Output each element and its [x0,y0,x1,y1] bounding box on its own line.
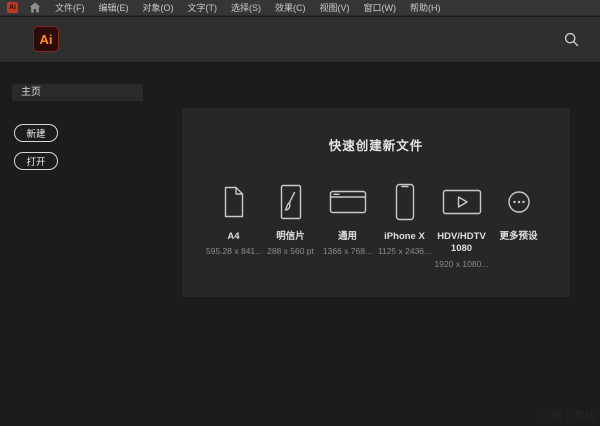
menu-effect[interactable]: 效果(C) [275,1,306,14]
home-icon[interactable] [27,2,43,14]
menu-items: 文件(F) 编辑(E) 对象(O) 文字(T) 选择(S) 效果(C) 视图(V… [55,1,441,14]
preset-dims: 288 x 560 pt [263,246,318,256]
preset-name: 明信片 [263,231,318,243]
menu-bar: Ai 文件(F) 编辑(E) 对象(O) 文字(T) 选择(S) 效果(C) 视… [0,0,600,16]
panel-title: 快速创建新文件 [182,135,570,154]
menu-help[interactable]: 帮助(H) [410,1,441,14]
more-presets-icon [507,190,531,214]
app-taskbar-icon: Ai [7,2,18,13]
preset-dims: 595.28 x 841... [206,246,261,256]
preset-iphone-x[interactable]: iPhone X 1125 x 2436... [377,179,432,256]
sidebar-item-home[interactable]: 主页 [12,84,143,101]
search-button[interactable] [560,28,582,50]
preset-dims: 1125 x 2436... [377,246,432,256]
browser-icon [329,190,367,214]
preset-more[interactable]: 更多预设 [491,179,546,246]
document-icon [222,186,246,218]
illustrator-logo: Ai [33,26,59,52]
preset-postcard[interactable]: 明信片 288 x 560 pt [263,179,318,256]
postcard-icon [279,184,303,220]
menu-file[interactable]: 文件(F) [55,1,85,14]
preset-a4[interactable]: A4 595.28 x 841... [206,179,261,256]
preset-web-common[interactable]: 通用 1366 x 768... [320,179,375,256]
menu-window[interactable]: 窗口(W) [364,1,397,14]
preset-name: A4 [206,231,261,243]
watermark: 小熊下载站 [541,407,596,422]
video-icon [442,189,482,215]
preset-dims: 1920 x 1080... [434,259,489,269]
menu-edit[interactable]: 编辑(E) [99,1,129,14]
phone-icon [395,183,415,221]
preset-name: 更多预设 [491,231,546,243]
preset-name: 通用 [320,231,375,243]
new-button[interactable]: 新建 [14,124,58,142]
menu-select[interactable]: 选择(S) [231,1,261,14]
preset-name: HDV/HDTV 1080 [434,231,489,256]
menu-object[interactable]: 对象(O) [143,1,174,14]
menu-type[interactable]: 文字(T) [188,1,218,14]
menu-view[interactable]: 视图(V) [320,1,350,14]
preset-hdv-hdtv[interactable]: HDV/HDTV 1080 1920 x 1080... [434,179,489,269]
preset-row: A4 595.28 x 841... 明信片 288 x 560 pt [182,179,570,269]
open-button[interactable]: 打开 [14,152,58,170]
app-window: Ai 文件(F) 编辑(E) 对象(O) 文字(T) 选择(S) 效果(C) 视… [0,0,600,426]
quick-create-panel: 快速创建新文件 A4 595.28 x 841... [182,108,570,297]
preset-name: iPhone X [377,231,432,243]
header-bar: Ai [0,17,600,63]
preset-dims: 1366 x 768... [320,246,375,256]
search-icon [564,32,579,47]
